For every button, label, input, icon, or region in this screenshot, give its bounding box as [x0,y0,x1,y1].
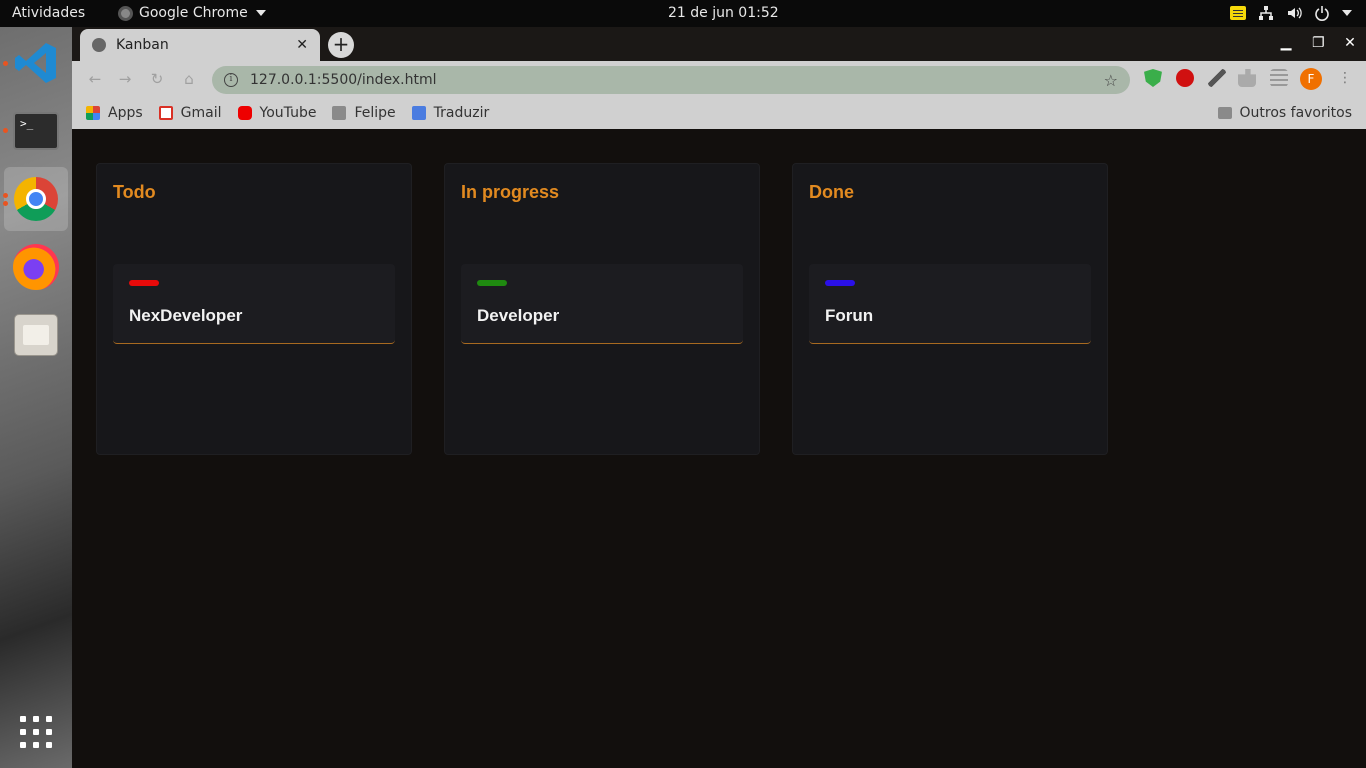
card-tag [129,280,159,286]
adblock-extension-icon[interactable] [1176,69,1194,87]
dock-item-vscode[interactable] [4,31,68,95]
show-applications-icon[interactable] [20,716,52,748]
bookmark-label: Apps [108,105,143,121]
forward-icon[interactable]: → [116,70,134,88]
running-indicator [3,201,8,206]
bookmark-apps[interactable]: Apps [86,105,143,121]
shield-extension-icon[interactable] [1144,69,1162,87]
globe-icon [92,38,106,52]
card-tag [477,280,507,286]
back-icon[interactable]: ← [86,70,104,88]
maximize-icon[interactable]: ❐ [1312,35,1325,51]
column-title: In progress [461,182,560,202]
app-menu[interactable]: Google Chrome [118,5,266,21]
extension-icon[interactable] [1238,69,1256,87]
column-todo: Todo NexDeveloper [96,163,412,455]
info-icon[interactable]: i [224,73,238,87]
home-icon[interactable]: ⌂ [180,70,198,88]
other-bookmarks-label: Outros favoritos [1239,105,1353,121]
app-menu-label: Google Chrome [139,5,248,21]
activities-button[interactable]: Atividades [12,5,85,21]
network-icon[interactable] [1258,5,1274,21]
power-icon[interactable] [1314,5,1330,21]
bookmark-traduzir[interactable]: Traduzir [411,105,490,121]
bookmark-label: Gmail [180,105,222,121]
chevron-down-icon [255,10,266,16]
minimize-icon[interactable]: ▁ [1280,35,1292,51]
bookmark-felipe[interactable]: Felipe [332,105,396,121]
url-text[interactable]: 127.0.0.1:5500/index.html [250,72,1104,88]
chrome-app-icon [118,5,133,21]
window-controls: ▁ ❐ ✕ [1280,35,1356,51]
dock-item-firefox[interactable] [4,235,68,299]
running-indicator [3,193,8,198]
bookmark-star-icon[interactable]: ☆ [1104,71,1118,90]
tab-kanban[interactable]: Kanban ✕ [80,29,320,61]
folder-icon [332,106,347,120]
translate-icon [411,106,426,120]
kanban-page: Todo NexDeveloper In progress Developer … [72,131,1366,768]
youtube-icon [237,106,252,120]
gmail-icon [158,106,173,120]
bookmark-gmail[interactable]: Gmail [158,105,222,121]
apps-icon [86,106,100,120]
bookmark-label: Felipe [354,105,396,121]
clock[interactable]: 21 de jun 01:52 [668,5,779,21]
kanban-card[interactable]: Forun [809,264,1091,344]
terminal-icon: >_ [13,112,59,150]
system-tray[interactable] [1230,4,1352,22]
bookmarks-bar: Apps Gmail YouTube Felipe Traduzir Outro… [72,97,1366,129]
running-indicator [3,128,8,133]
kebab-menu-icon[interactable]: ⋮ [1338,70,1352,86]
firefox-icon [13,244,59,290]
kanban-card[interactable]: Developer [461,264,743,344]
card-title: Developer [477,306,560,325]
queue-extension-icon[interactable] [1270,69,1288,87]
tab-title: Kanban [116,37,169,53]
close-icon[interactable]: ✕ [296,37,308,53]
close-window-icon[interactable]: ✕ [1344,35,1356,51]
notes-icon[interactable] [1230,6,1246,20]
column-title: Todo [113,182,156,202]
files-icon [14,314,58,356]
new-tab-button[interactable]: + [328,32,354,58]
dock-item-terminal[interactable]: >_ [4,99,68,163]
card-title: NexDeveloper [129,306,243,325]
chrome-icon [14,177,58,221]
card-tag [825,280,855,286]
profile-avatar[interactable]: F [1300,68,1322,90]
running-indicator [3,61,8,66]
kanban-card[interactable]: NexDeveloper [113,264,395,344]
chevron-down-icon[interactable] [1342,10,1352,16]
color-picker-extension-icon[interactable] [1208,69,1226,87]
browser-toolbar: ← → ↻ ⌂ i 127.0.0.1:5500/index.html ☆ F … [72,61,1366,97]
chrome-window: Kanban ✕ + ▁ ❐ ✕ ← → ↻ ⌂ i 127.0.0.1:550… [72,27,1366,768]
tab-strip: Kanban ✕ + ▁ ❐ ✕ [72,27,1366,61]
bookmark-youtube[interactable]: YouTube [237,105,317,121]
column-done: Done Forun [792,163,1108,455]
dock-item-chrome[interactable] [4,167,68,231]
volume-icon[interactable] [1286,5,1302,21]
other-bookmarks[interactable]: Outros favoritos [1217,105,1353,121]
card-title: Forun [825,306,874,325]
folder-icon [1217,107,1232,119]
bookmark-label: Traduzir [433,105,490,121]
dock: >_ [0,27,72,768]
gnome-top-bar: Atividades Google Chrome 21 de jun 01:52 [0,0,1366,27]
vscode-icon [15,43,56,83]
address-bar[interactable]: i 127.0.0.1:5500/index.html ☆ [212,66,1130,94]
column-title: Done [809,182,854,202]
column-in-progress: In progress Developer [444,163,760,455]
reload-icon[interactable]: ↻ [148,70,166,88]
bookmark-label: YouTube [259,105,317,121]
dock-item-files[interactable] [4,303,68,367]
